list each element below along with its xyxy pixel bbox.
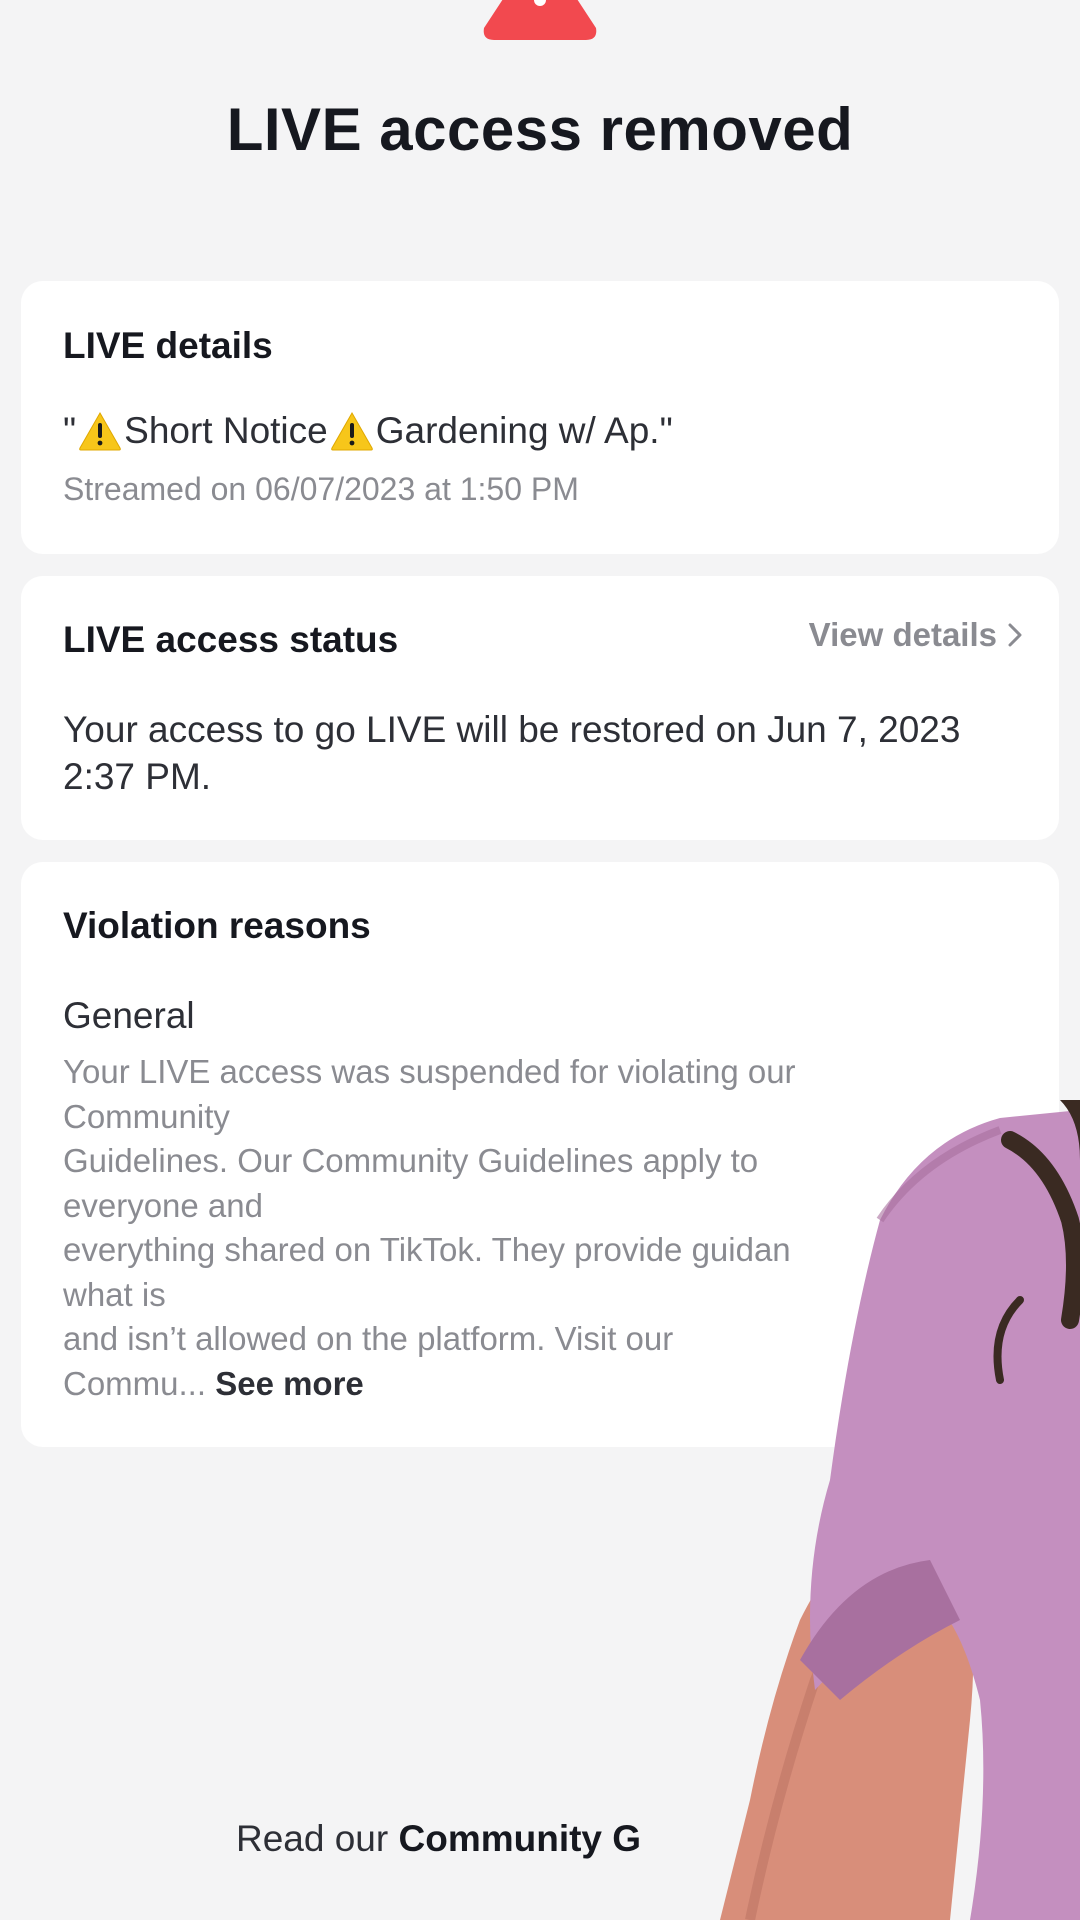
creator-overlay-image bbox=[720, 1100, 1080, 1920]
stream-title-part1: Short Notice bbox=[124, 410, 328, 451]
screen: LIVE access removed LIVE details " Short… bbox=[0, 0, 1080, 1920]
see-more-link[interactable]: See more bbox=[215, 1365, 364, 1402]
access-status-card: LIVE access status View details Your acc… bbox=[21, 576, 1059, 840]
access-status-heading: LIVE access status bbox=[63, 619, 399, 660]
access-status-text: Your access to go LIVE will be restored … bbox=[63, 709, 961, 797]
live-details-heading: LIVE details bbox=[63, 325, 273, 366]
stream-title-part2: Gardening w/ Ap." bbox=[375, 410, 673, 451]
warning-emoji-icon bbox=[330, 411, 373, 451]
violation-reasons-heading: Violation reasons bbox=[63, 905, 371, 946]
footer-prefix: Read our bbox=[236, 1818, 399, 1859]
view-details-label: View details bbox=[808, 616, 997, 653]
stream-title: " Short Notice Gardening w/ Ap." bbox=[63, 410, 673, 452]
chevron-right-icon bbox=[1008, 623, 1022, 647]
violation-category: General bbox=[63, 995, 195, 1036]
view-details-link[interactable]: View details bbox=[809, 616, 1023, 654]
stream-title-open-quote: " bbox=[63, 410, 77, 451]
page-title: LIVE access removed bbox=[226, 96, 854, 163]
violation-truncated-text: Commu... bbox=[63, 1364, 216, 1402]
violation-line: Your LIVE access was suspended for viola… bbox=[63, 1053, 796, 1090]
warning-icon bbox=[483, 0, 597, 40]
stream-date: Streamed on 06/07/2023 at 1:50 PM bbox=[63, 471, 579, 507]
warning-emoji-icon bbox=[79, 411, 121, 451]
live-details-card: LIVE details " Short Notice Gardening w/… bbox=[21, 281, 1059, 554]
community-guidelines-footer[interactable]: Read our Community G bbox=[236, 1818, 641, 1860]
